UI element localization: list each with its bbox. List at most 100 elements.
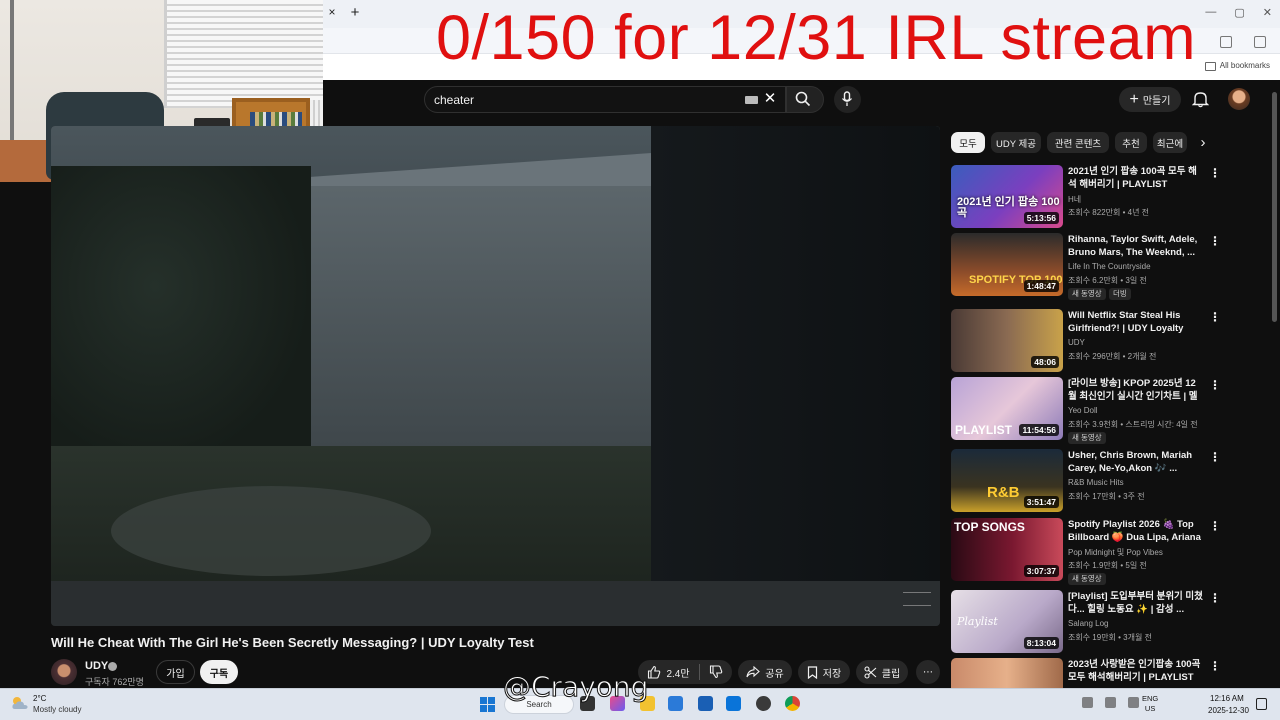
- clip-button[interactable]: 클립: [856, 660, 908, 684]
- more-vert-icon[interactable]: ⋮: [1209, 378, 1221, 392]
- video-title[interactable]: Spotify Playlist 2026 🍇 Top Billboard 🍑 …: [1068, 518, 1204, 544]
- clock-date[interactable]: 2025-12-30: [1208, 706, 1249, 715]
- share-button[interactable]: 공유: [738, 660, 792, 684]
- chip-from-udy[interactable]: UDY 제공: [991, 132, 1041, 153]
- video-thumbnail[interactable]: TOP SONGS 3:07:37: [951, 518, 1063, 581]
- search-input[interactable]: [434, 92, 734, 108]
- channel-name[interactable]: UDY: [1068, 338, 1085, 347]
- chip-recent[interactable]: 최근에: [1153, 132, 1187, 153]
- more-vert-icon[interactable]: ⋮: [1209, 519, 1221, 533]
- more-vert-icon[interactable]: ⋮: [1209, 450, 1221, 464]
- channel-name[interactable]: UDY: [85, 660, 108, 672]
- recommendation-item[interactable]: 2021년 인기 팝송 100곡 5:13:56 2021년 인기 팝송 100…: [951, 165, 1251, 229]
- volume-icon[interactable]: [1128, 697, 1139, 708]
- video-title[interactable]: Rihanna, Taylor Swift, Adele, Bruno Mars…: [1068, 233, 1204, 259]
- video-player[interactable]: [51, 126, 940, 626]
- recommendation-item[interactable]: SPOTIFY TOP 100 1:48:47 Rihanna, Taylor …: [951, 233, 1251, 300]
- thumbs-down-icon[interactable]: [709, 665, 723, 679]
- tab-close-icon[interactable]: ×: [325, 5, 339, 21]
- notifications-bell-icon[interactable]: [1192, 90, 1209, 108]
- channel-avatar[interactable]: [51, 659, 77, 685]
- create-label: 만들기: [1142, 96, 1171, 107]
- outlook-icon[interactable]: [726, 696, 741, 711]
- chevron-right-icon[interactable]: ›: [1194, 133, 1212, 153]
- share-label: 공유: [765, 668, 784, 680]
- network-icon[interactable]: [1105, 697, 1116, 708]
- video-thumbnail[interactable]: SPOTIFY TOP 100 1:48:47: [951, 233, 1063, 296]
- more-vert-icon[interactable]: ⋮: [1209, 234, 1221, 248]
- tray-overflow-icon[interactable]: [1082, 697, 1093, 708]
- maximize-icon[interactable]: ▢: [1234, 6, 1244, 19]
- weather-description: Mostly cloudy: [33, 705, 82, 714]
- minimize-icon[interactable]: —: [1205, 6, 1216, 19]
- page-scrollbar[interactable]: [1272, 92, 1277, 322]
- video-frame-house: [271, 186, 651, 446]
- subscribe-button[interactable]: 구독: [200, 660, 238, 684]
- more-vert-icon[interactable]: ⋮: [1209, 166, 1221, 180]
- video-thumbnail[interactable]: 2021년 인기 팝송 100곡 5:13:56: [951, 165, 1063, 228]
- video-meta: 조회수 1.9만회 • 5일 전: [1068, 561, 1147, 570]
- subscriber-count: 구독자 762만명: [85, 677, 144, 687]
- windows-start-icon[interactable]: [480, 697, 495, 712]
- more-actions-button[interactable]: ⋯: [916, 660, 940, 684]
- recommendation-item[interactable]: PLAYLIST 11:54:56 [라이브 방송] KPOP 2025년 12…: [951, 377, 1251, 444]
- channel-name[interactable]: Pop Midnight 및 Pop Vibes: [1068, 547, 1163, 558]
- chip-related[interactable]: 관련 콘텐츠: [1047, 132, 1109, 153]
- profile-icon[interactable]: [1254, 36, 1266, 48]
- channel-name[interactable]: Life In The Countryside: [1068, 262, 1151, 271]
- chip-all[interactable]: 모두: [951, 132, 985, 153]
- all-bookmarks-link[interactable]: All bookmarks: [1220, 61, 1270, 70]
- thumbs-up-icon[interactable]: [647, 665, 661, 679]
- video-title[interactable]: 2023년 사랑받은 인기팝송 100곡 모두 해석해버리기 | PLAYLIS…: [1068, 658, 1204, 684]
- account-avatar[interactable]: [1228, 88, 1250, 110]
- recommendation-item[interactable]: Playlist 8:13:04 [Playlist] 도입부부터 분위기 미쳤…: [951, 590, 1251, 654]
- edge-icon[interactable]: [668, 696, 683, 711]
- video-thumbnail[interactable]: Playlist 8:13:04: [951, 590, 1063, 653]
- video-meta: 조회수 17만회 • 3주 전: [1068, 492, 1145, 501]
- recommendation-item[interactable]: 48:06 Will Netflix Star Steal His Girlfr…: [951, 309, 1251, 373]
- weather-temperature: 2°C: [33, 694, 47, 703]
- scissors-icon: [864, 665, 877, 679]
- video-title[interactable]: [라이브 방송] KPOP 2025년 12월 최신인기 실시간 인기차트 | …: [1068, 377, 1204, 403]
- create-button[interactable]: + 만들기: [1119, 87, 1181, 112]
- channel-name[interactable]: Salang Log: [1068, 619, 1108, 628]
- extension-icon[interactable]: [1220, 36, 1232, 48]
- video-meta: 조회수 6.2만회 • 3일 전: [1068, 276, 1147, 285]
- video-thumbnail[interactable]: [951, 658, 1063, 688]
- new-tab-button[interactable]: +: [347, 4, 363, 22]
- video-thumbnail[interactable]: 48:06: [951, 309, 1063, 372]
- video-thumbnail[interactable]: PLAYLIST 11:54:56: [951, 377, 1063, 440]
- recommendation-item[interactable]: TOP SONGS 3:07:37 Spotify Playlist 2026 …: [951, 518, 1251, 585]
- clock-time[interactable]: 12:16 AM: [1210, 694, 1244, 703]
- chrome-icon[interactable]: [785, 696, 800, 711]
- language-indicator[interactable]: ENG US: [1142, 694, 1158, 714]
- store-icon[interactable]: [698, 696, 713, 711]
- keyboard-icon[interactable]: [745, 96, 758, 104]
- language-code: ENG: [1142, 694, 1159, 703]
- recommendation-item[interactable]: 2023년 사랑받은 인기팝송 100곡 모두 해석해버리기 | PLAYLIS…: [951, 658, 1251, 688]
- video-title[interactable]: Usher, Chris Brown, Mariah Carey, Ne-Yo,…: [1068, 449, 1204, 475]
- video-title[interactable]: 2021년 인기 팝송 100곡 모두 해석 해버리기 | PLAYLIST: [1068, 165, 1204, 191]
- chip-recommended[interactable]: 추천: [1115, 132, 1147, 153]
- cloudy-weather-icon[interactable]: [10, 695, 30, 711]
- more-vert-icon[interactable]: ⋮: [1209, 659, 1221, 673]
- video-title[interactable]: [Playlist] 도입부부터 분위기 미쳤다... 힐링 노동요 ✨ | 감…: [1068, 590, 1204, 616]
- join-button[interactable]: 가입: [156, 660, 195, 684]
- video-title[interactable]: Will Netflix Star Steal His Girlfriend?!…: [1068, 309, 1204, 335]
- channel-name[interactable]: Yeo Doll: [1068, 406, 1098, 415]
- video-thumbnail[interactable]: R&B 3:51:47: [951, 449, 1063, 512]
- channel-name[interactable]: R&B Music Hits: [1068, 478, 1124, 487]
- close-window-icon[interactable]: ✕: [1263, 6, 1272, 19]
- more-vert-icon[interactable]: ⋮: [1209, 310, 1221, 324]
- new-video-badge: 새 동영상: [1068, 573, 1106, 585]
- clear-search-icon[interactable]: ✕: [762, 90, 778, 108]
- plus-icon: +: [1129, 90, 1139, 108]
- channel-name[interactable]: H네: [1068, 194, 1081, 205]
- like-count[interactable]: 2.4만: [666, 665, 689, 680]
- notification-center-icon[interactable]: [1256, 698, 1267, 710]
- video-watermark-icon: [903, 592, 931, 606]
- save-button[interactable]: 저장: [798, 660, 850, 684]
- obs-icon[interactable]: [756, 696, 771, 711]
- recommendation-item[interactable]: R&B 3:51:47 Usher, Chris Brown, Mariah C…: [951, 449, 1251, 513]
- more-vert-icon[interactable]: ⋮: [1209, 591, 1221, 605]
